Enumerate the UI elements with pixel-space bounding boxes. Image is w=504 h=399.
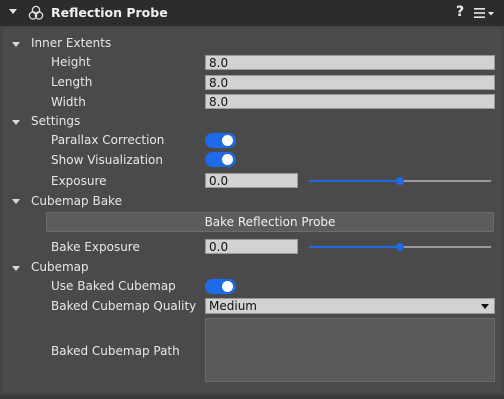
width-label: Width [51,95,86,109]
inner-extents-collapse-icon[interactable] [12,42,20,47]
baked-cubemap-quality-label: Baked Cubemap Quality [51,299,197,313]
cubemap-bake-title[interactable]: Cubemap Bake [31,194,122,208]
cubemap-bake-collapse-icon[interactable] [12,199,20,204]
quality-selected-value: Medium [209,299,257,313]
bake-exposure-slider-fill [309,246,400,248]
bake-exposure-label: Bake Exposure [51,240,140,254]
component-title: Reflection Probe [51,5,168,20]
baked-cubemap-quality-dropdown[interactable]: Medium [205,298,495,314]
collapse-arrow-icon[interactable] [9,9,17,14]
bake-exposure-field[interactable]: 0.0 [205,239,298,254]
cubemap-collapse-icon[interactable] [12,266,20,271]
height-label: Height [51,55,91,69]
help-button[interactable]: ? [456,4,464,20]
baked-cubemap-path-label: Baked Cubemap Path [51,344,180,358]
show-visualization-toggle[interactable] [205,152,236,167]
height-field[interactable]: 8.0 [205,55,495,70]
bake-reflection-probe-button[interactable]: Bake Reflection Probe [46,212,494,232]
exposure-field[interactable]: 0.0 [205,173,298,188]
settings-collapse-icon[interactable] [12,120,20,125]
show-visualization-label: Show Visualization [51,153,163,167]
menu-icon[interactable] [474,6,496,20]
reflection-probe-icon [28,5,44,20]
chevron-down-icon [481,304,489,309]
parallax-correction-toggle[interactable] [205,133,236,148]
use-baked-cubemap-toggle[interactable] [205,279,236,294]
toggle-knob [222,154,233,165]
inner-extents-title[interactable]: Inner Extents [31,36,111,50]
parallax-correction-label: Parallax Correction [51,133,165,147]
cubemap-title[interactable]: Cubemap [31,260,89,274]
exposure-label: Exposure [51,174,107,188]
length-label: Length [51,75,93,89]
panel-bottom-border [0,395,504,399]
exposure-slider-fill [309,180,400,182]
toggle-knob [222,281,233,292]
settings-title[interactable]: Settings [31,114,80,128]
width-field[interactable]: 8.0 [205,94,495,109]
baked-cubemap-path-field[interactable] [205,318,495,382]
exposure-slider-handle[interactable] [396,177,404,185]
length-field[interactable]: 8.0 [205,75,495,90]
component-body: Inner Extents Height 8.0 Length 8.0 Widt… [3,27,501,393]
toggle-knob [222,135,233,146]
component-header: Reflection Probe ? [0,0,504,26]
use-baked-cubemap-label: Use Baked Cubemap [51,279,176,293]
bake-exposure-slider-handle[interactable] [396,243,404,251]
